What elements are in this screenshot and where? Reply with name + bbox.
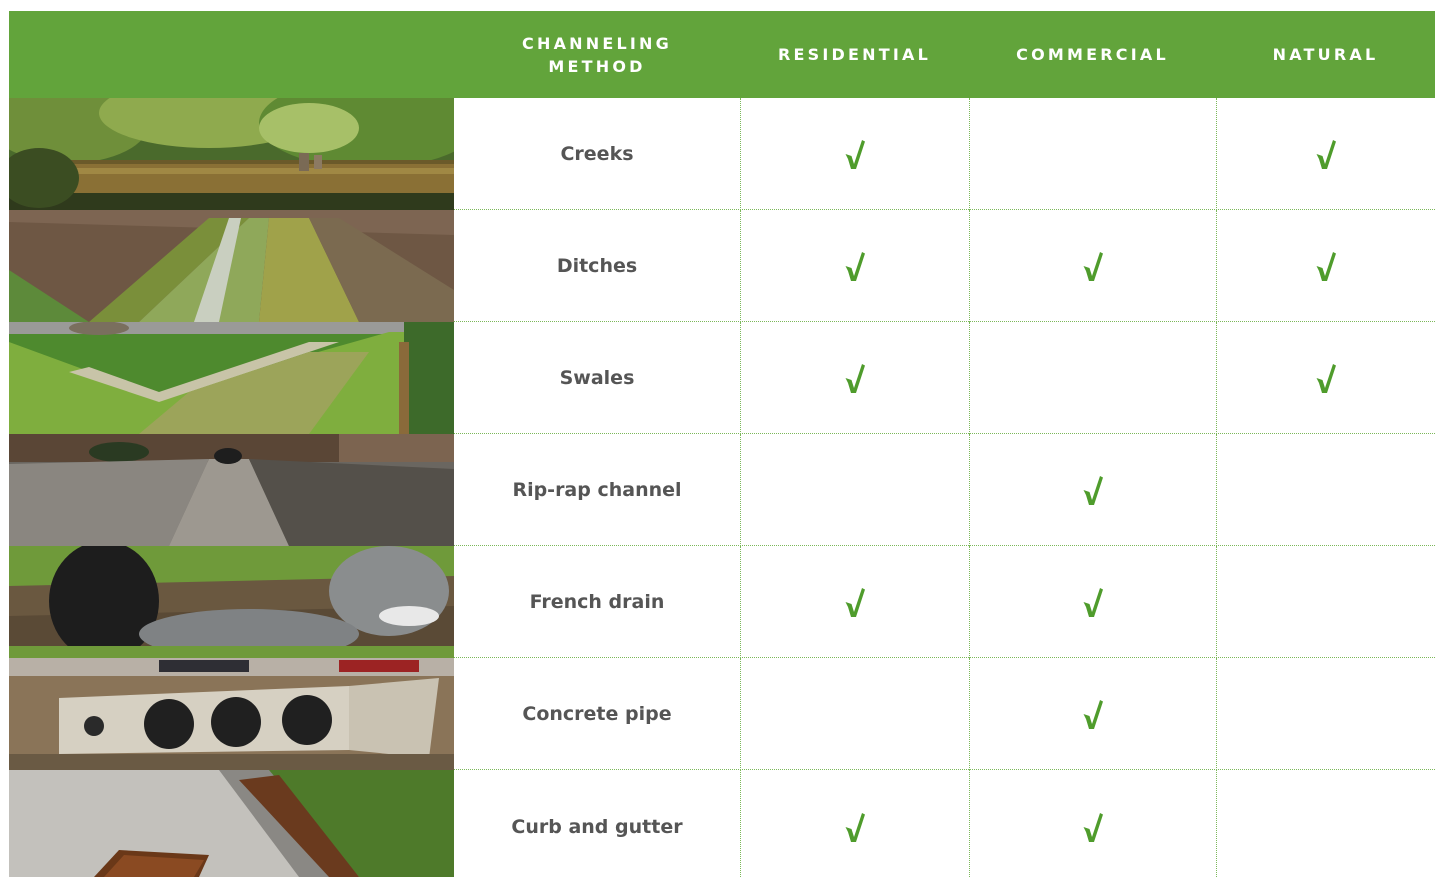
header-residential: RESIDENTIAL — [740, 11, 969, 98]
method-name: Creeks — [560, 143, 634, 165]
check-icon — [1082, 474, 1104, 506]
header-commercial-label: COMMERCIAL — [1016, 45, 1169, 64]
channeling-methods-table: CHANNELING METHOD RESIDENTIAL COMMERCIAL… — [9, 11, 1435, 877]
method-name: Rip-rap channel — [512, 479, 682, 501]
header-method-label: CHANNELING METHOD — [522, 33, 672, 76]
check-icon — [1082, 250, 1104, 282]
check-icon — [1315, 362, 1337, 394]
header-channeling-method: CHANNELING METHOD — [454, 11, 740, 98]
method-cell: Swales — [454, 322, 740, 434]
natural-cell — [1216, 322, 1435, 434]
natural-cell — [1216, 658, 1435, 770]
french-drain-photo — [9, 546, 454, 658]
table-row: Rip-rap channel — [9, 434, 1435, 546]
creek-photo — [9, 98, 454, 210]
commercial-cell — [969, 434, 1216, 546]
natural-cell — [1216, 770, 1435, 877]
commercial-cell — [969, 658, 1216, 770]
check-icon — [844, 138, 866, 170]
commercial-cell — [969, 770, 1216, 877]
residential-cell — [740, 434, 969, 546]
curb-and-gutter-photo — [9, 770, 454, 877]
method-name: French drain — [529, 591, 665, 613]
table-row: Concrete pipe — [9, 658, 1435, 770]
check-icon — [844, 811, 866, 843]
method-name: Concrete pipe — [522, 703, 672, 725]
method-name: Swales — [559, 367, 635, 389]
table-row: French drain — [9, 546, 1435, 658]
method-cell: Curb and gutter — [454, 770, 740, 877]
table-header: CHANNELING METHOD RESIDENTIAL COMMERCIAL… — [9, 11, 1435, 98]
header-commercial: COMMERCIAL — [969, 11, 1216, 98]
commercial-cell — [969, 322, 1216, 434]
concrete-pipe-photo — [9, 658, 454, 770]
residential-cell — [740, 770, 969, 877]
method-name: Ditches — [556, 255, 638, 277]
check-icon — [1315, 138, 1337, 170]
check-icon — [1082, 698, 1104, 730]
table-row: Swales — [9, 322, 1435, 434]
check-icon — [1082, 586, 1104, 618]
natural-cell — [1216, 434, 1435, 546]
header-natural: NATURAL — [1216, 11, 1435, 98]
method-cell: Rip-rap channel — [454, 434, 740, 546]
residential-cell — [740, 322, 969, 434]
natural-cell — [1216, 546, 1435, 658]
table-row: Ditches — [9, 210, 1435, 322]
method-name: Curb and gutter — [511, 815, 683, 838]
method-cell: Ditches — [454, 210, 740, 322]
check-icon — [844, 586, 866, 618]
check-icon — [1082, 811, 1104, 843]
method-cell: French drain — [454, 546, 740, 658]
residential-cell — [740, 546, 969, 658]
natural-cell — [1216, 210, 1435, 322]
header-residential-label: RESIDENTIAL — [778, 45, 931, 64]
residential-cell — [740, 658, 969, 770]
residential-cell — [740, 210, 969, 322]
commercial-cell — [969, 546, 1216, 658]
residential-cell — [740, 98, 969, 210]
header-natural-label: NATURAL — [1272, 45, 1379, 64]
natural-cell — [1216, 98, 1435, 210]
ditch-photo — [9, 210, 454, 322]
check-icon — [844, 250, 866, 282]
commercial-cell — [969, 210, 1216, 322]
swale-photo — [9, 322, 454, 434]
method-cell: Concrete pipe — [454, 658, 740, 770]
table-row: Curb and gutter — [9, 770, 1435, 877]
table-row: Creeks — [9, 98, 1435, 210]
method-cell: Creeks — [454, 98, 740, 210]
check-icon — [844, 362, 866, 394]
rip-rap-channel-photo — [9, 434, 454, 546]
check-icon — [1315, 250, 1337, 282]
commercial-cell — [969, 98, 1216, 210]
